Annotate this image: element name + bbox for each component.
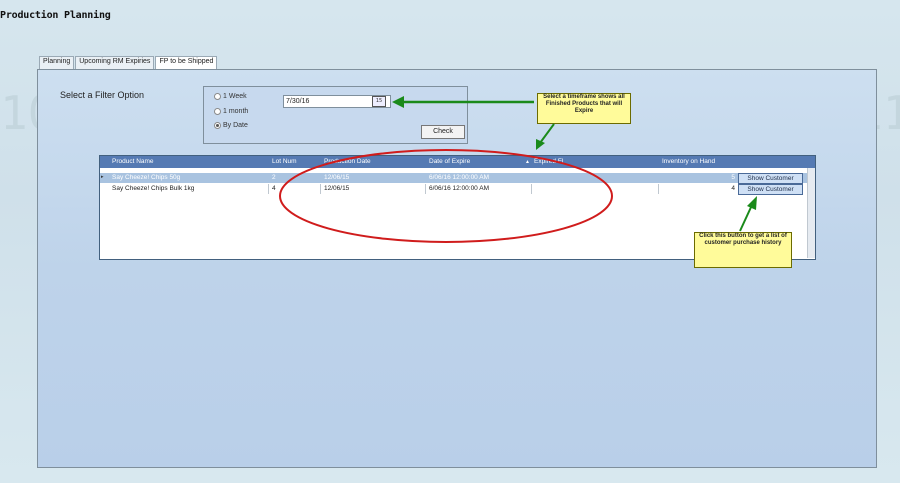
- cell-production-date: 12/06/15: [324, 174, 350, 181]
- radio-1-month[interactable]: 1 month: [214, 108, 248, 115]
- grid-divider: [425, 184, 426, 194]
- cell-product: Say Cheeze! Chips 50g: [112, 174, 181, 181]
- column-header-expired[interactable]: Expired Fl: [534, 156, 563, 168]
- cell-expire-date: 6/06/16 12:00:00 AM: [429, 185, 489, 192]
- grid-header: Product Name Lot Num Production Date Dat…: [100, 156, 815, 168]
- check-button[interactable]: Check: [421, 125, 465, 139]
- tab-upcoming-rm-expiries[interactable]: Upcoming RM Expiries: [75, 56, 155, 70]
- filter-label: Select a Filter Option: [60, 90, 145, 100]
- current-row-icon: ▸: [101, 174, 104, 180]
- sort-ascending-icon: ▲: [525, 159, 530, 165]
- tab-planning[interactable]: Planning: [39, 56, 75, 70]
- show-customer-button[interactable]: Show Customer: [738, 184, 803, 195]
- column-header-date-of-expire[interactable]: Date of Expire: [429, 156, 470, 168]
- column-header-production-date[interactable]: Production Date: [324, 156, 371, 168]
- column-header-inventory[interactable]: Inventory on Hand: [662, 156, 715, 168]
- radio-label: By Date: [223, 122, 248, 129]
- grid-divider: [658, 184, 659, 194]
- vertical-scrollbar[interactable]: [807, 168, 815, 258]
- radio-button[interactable]: [214, 108, 221, 115]
- radio-label: 1 Week: [223, 93, 247, 100]
- cell-production-date: 12/06/15: [324, 185, 350, 192]
- show-customer-button[interactable]: Show Customer: [738, 173, 803, 184]
- cell-inventory: 4: [731, 185, 735, 192]
- table-row[interactable]: Say Cheeze! Chips Bulk 1kg 4 12/06/15 6/…: [100, 184, 807, 195]
- column-header-product-name[interactable]: Product Name: [112, 156, 154, 168]
- radio-by-date[interactable]: By Date: [214, 122, 248, 129]
- calendar-icon[interactable]: 15: [372, 96, 386, 107]
- tab-fp-to-be-shipped[interactable]: FP to be Shipped: [155, 56, 218, 70]
- cell-lot: 2: [272, 174, 276, 181]
- app-title: Production Planning: [0, 10, 111, 21]
- cell-expire-date: 6/06/16 12:00:00 AM: [429, 174, 489, 181]
- cell-product: Say Cheeze! Chips Bulk 1kg: [112, 185, 195, 192]
- radio-button[interactable]: [214, 93, 221, 100]
- radio-label: 1 month: [223, 108, 249, 115]
- radio-button[interactable]: [214, 122, 221, 129]
- button-callout: Click this button to get a list of custo…: [694, 232, 792, 268]
- grid-divider: [531, 184, 532, 194]
- radio-1-week[interactable]: 1 Week: [214, 93, 247, 100]
- grid-divider: [320, 184, 321, 194]
- tab-strip: Planning Upcoming RM Expiries FP to be S…: [39, 56, 218, 70]
- grid-divider: [268, 184, 269, 194]
- timeframe-callout: Select a timeframe shows all Finished Pr…: [537, 93, 631, 124]
- table-row[interactable]: ▸ Say Cheeze! Chips 50g 2 12/06/15 6/06/…: [100, 173, 807, 184]
- column-header-lot-num[interactable]: Lot Num: [272, 156, 297, 168]
- cell-inventory: 5: [731, 174, 735, 181]
- cell-lot: 4: [272, 185, 276, 192]
